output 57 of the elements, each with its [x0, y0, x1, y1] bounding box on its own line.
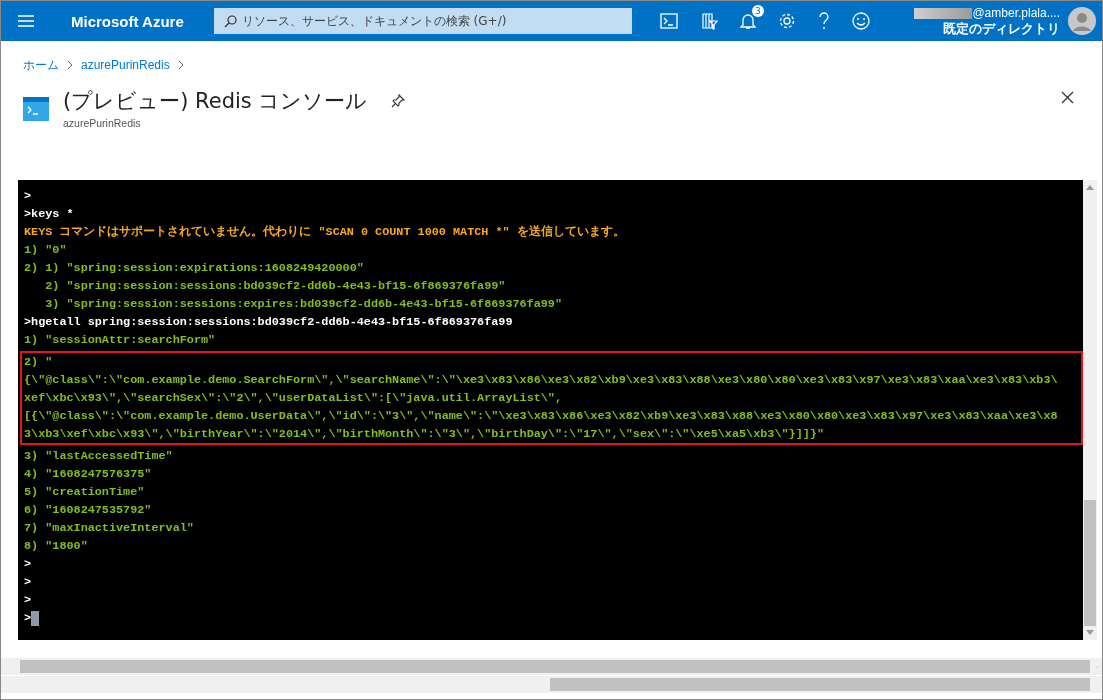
breadcrumb-link[interactable]: ホーム: [23, 56, 59, 74]
console-icon: [23, 97, 49, 121]
close-icon[interactable]: [1061, 91, 1074, 104]
console-line: 3\xb3\xef\xbc\x93\",\"birthYear\":\"2014\",\"birthMonth\":\"3\",\"birthDay\":\"17\",\"sex\":\"\xe5\xa5\xb3\"}]]}": [24, 426, 824, 443]
console-line: 3) "lastAccessedTime": [24, 448, 173, 465]
page-title: (プレビュー) Redis コンソール: [63, 88, 368, 115]
console-line: >: [24, 188, 32, 205]
notification-badge: 3: [751, 5, 764, 17]
console-line: 8) "1800": [24, 538, 88, 555]
help-icon[interactable]: [817, 12, 830, 30]
scroll-thumb[interactable]: [1084, 500, 1096, 626]
brand-name[interactable]: Microsoft Azure: [71, 12, 184, 30]
search-icon: [223, 15, 237, 28]
scroll-thumb[interactable]: [19, 660, 1090, 673]
directory-name[interactable]: 既定のディレクトリ: [943, 21, 1060, 36]
search-field[interactable]: リソース、サービス、ドキュメントの検索 (G+/): [213, 8, 632, 34]
console-line: >hgetall spring:session:sessions:bd039cf2-dd6b-4e43-bf15-6f869376fa99: [24, 314, 513, 331]
horizontal-scrollbar[interactable]: [1, 658, 1102, 675]
console-line: 3) "spring:session:sessions:expires:bd039cf2-dd6b-4e43-bf15-6f869376fa99": [44, 296, 563, 313]
console-line: >keys *: [24, 206, 74, 223]
console-line: 5) "creationTime": [24, 484, 145, 501]
chevron-icon: [67, 60, 73, 70]
console-line: 4) "1608247576375": [24, 466, 152, 483]
console-line: {\"@class\":\"com.example.demo.SearchForm\",\"searchName\":\"\xe3\x83\x86\xe3\x82\xb9\xe3\x83\x88\xe3\x80\x80\xe3\x83\x97\xe3\x83\xaa\xe3\x83\xb3\: [24, 372, 1058, 389]
vertical-scrollbar[interactable]: [1083, 180, 1097, 640]
console-line: KEYS コマンドはサポートされていません。代わりに "SCAN 0 COUNT 1000 MATCH *" を送信しています。: [24, 224, 625, 241]
breadcrumb-link[interactable]: azurePurinRedis: [81, 58, 170, 72]
chevron-icon: [177, 60, 184, 70]
console-line: >: [24, 574, 32, 591]
console-line: >: [24, 610, 32, 627]
account-email[interactable]: @amber.plala....: [972, 6, 1060, 21]
scroll-up-icon[interactable]: [1086, 185, 1094, 190]
terminal-icon[interactable]: [659, 13, 678, 29]
console-line: >: [24, 592, 32, 609]
avatar-icon[interactable]: [1068, 7, 1096, 35]
smiley-icon[interactable]: [851, 12, 870, 30]
console-line: xef\xbc\x93\",\"searchSex\":\"2\",\"userDataList\":[\"java.util.ArrayList\",: [24, 390, 563, 407]
menu-icon[interactable]: [18, 15, 34, 27]
filter-icon[interactable]: [699, 12, 718, 30]
console-line: 2) 1) "spring:session:expirations:1608249420000": [24, 260, 364, 277]
settings-icon[interactable]: [777, 12, 796, 30]
bell-icon[interactable]: [739, 12, 756, 30]
page-subtitle: azurePurinRedis: [63, 117, 142, 129]
console-line: 7) "maxInactiveInterval": [24, 520, 194, 537]
console-line: [{\"@class\":\"com.example.demo.UserData\",\"id\":\"3\",\"name\":\"\xe3\x83\x86\xe3\x82\xb9\xe3\x83\x88\xe3\x80\x80\xe3\x83\x97\xe3\x83\xaa\xe3\x8: [24, 408, 1058, 425]
text-cursor: [31, 610, 40, 626]
scroll-down-icon[interactable]: [1086, 630, 1094, 635]
scroll-thumb[interactable]: [550, 678, 1090, 691]
console-line: >: [24, 556, 32, 573]
pin-icon[interactable]: [391, 94, 406, 108]
console-line: 2) "spring:session:sessions:bd039cf2-dd6b-4e43-bf15-6f869376fa99": [44, 278, 506, 295]
console-line: 1) "0": [24, 242, 67, 259]
horizontal-scrollbar[interactable]: [1, 676, 1102, 693]
console-line: 6) "1608247535792": [24, 502, 152, 519]
console-line: 2) ": [24, 354, 53, 371]
console-line: 1) "sessionAttr:searchForm": [24, 332, 216, 349]
redacted-block: [914, 8, 973, 19]
